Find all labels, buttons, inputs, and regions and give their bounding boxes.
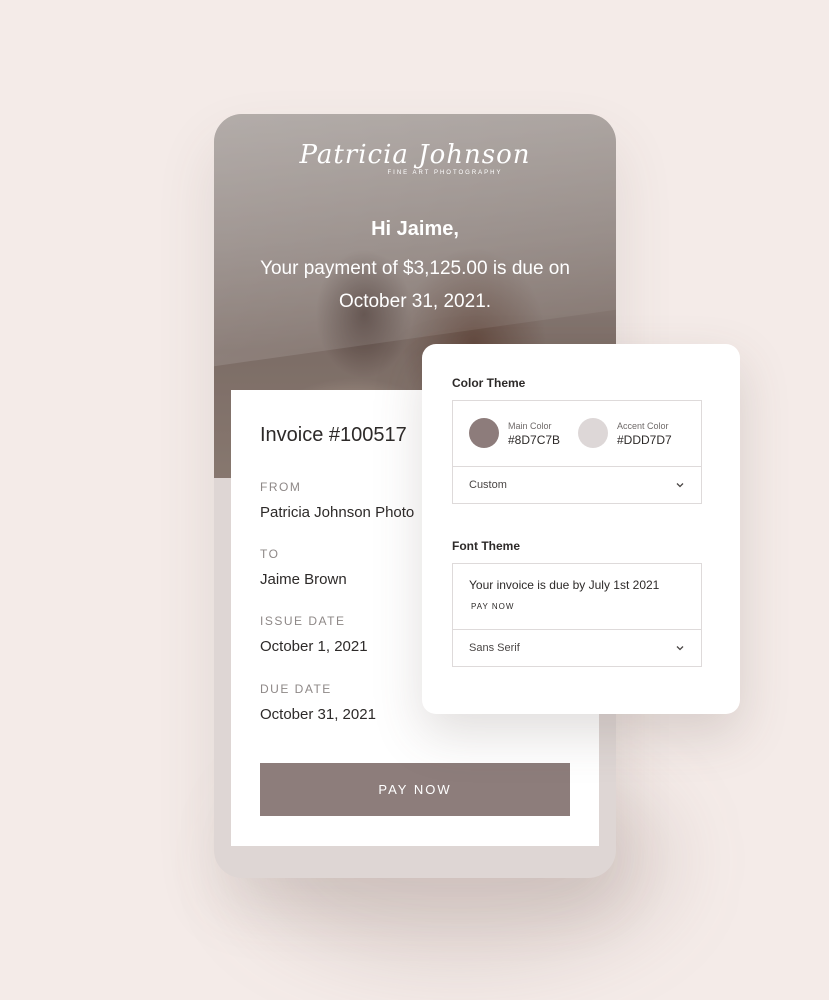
payment-message: Your payment of $3,125.00 is due on Octo… [260, 258, 570, 312]
font-theme-select[interactable]: Sans Serif [453, 630, 701, 666]
due-date-label: DUE DATE [260, 682, 332, 696]
brand-logo: Patricia Johnson FINE ART PHOTOGRAPHY [214, 140, 616, 176]
invoice-title: Invoice #100517 [260, 424, 407, 446]
font-theme-heading: Font Theme [452, 539, 520, 553]
due-date-value: October 31, 2021 [260, 706, 376, 723]
accent-color-hex: #DDD7D7 [617, 433, 672, 447]
brand-tagline: FINE ART PHOTOGRAPHY [387, 170, 503, 176]
main-color-hex: #8D7C7B [508, 433, 561, 447]
to-value: Jaime Brown [260, 571, 347, 588]
accent-color-swatch[interactable] [578, 418, 608, 448]
issue-date-label: ISSUE DATE [260, 614, 346, 628]
pay-now-button[interactable]: PAY NOW [260, 763, 570, 816]
chevron-down-icon [676, 483, 684, 488]
font-theme-selected: Sans Serif [469, 642, 520, 654]
page: Patricia Johnson FINE ART PHOTOGRAPHY Hi… [0, 0, 829, 1000]
issue-date-value: October 1, 2021 [260, 638, 368, 655]
accent-color-label: Accent Color [617, 421, 669, 431]
to-label: TO [260, 547, 280, 561]
chevron-down-icon [676, 646, 684, 651]
font-preview-text: Your invoice is due by July 1st 2021 [469, 578, 660, 592]
font-preview-button: PAY NOW [471, 602, 515, 611]
color-theme-select[interactable]: Custom [453, 467, 701, 503]
from-value: Patricia Johnson Photo [260, 504, 415, 521]
brand-name: Patricia Johnson [299, 140, 531, 170]
theme-settings-panel: Color Theme Main Color #8D7C7B Accent Co… [422, 344, 740, 714]
color-theme-heading: Color Theme [452, 376, 526, 390]
greeting: Hi Jaime, [371, 218, 459, 240]
main-color-swatch[interactable] [469, 418, 499, 448]
color-theme-selected: Custom [469, 479, 507, 491]
font-theme-box: Your invoice is due by July 1st 2021 PAY… [452, 563, 702, 667]
color-theme-box: Main Color #8D7C7B Accent Color #DDD7D7 … [452, 400, 702, 504]
main-color-label: Main Color [508, 421, 552, 431]
from-label: FROM [260, 480, 302, 494]
